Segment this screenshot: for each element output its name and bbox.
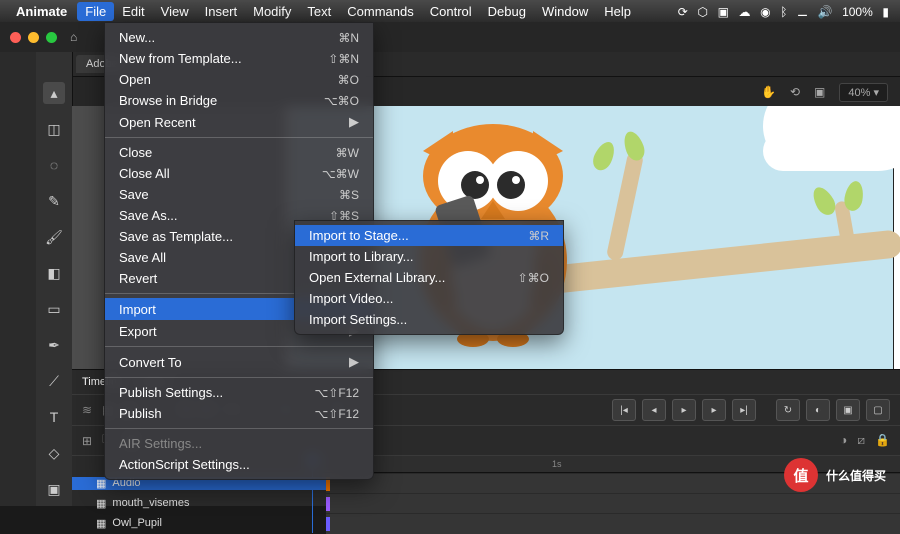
menu-help[interactable]: Help <box>596 2 639 21</box>
layer-icon: ▦ <box>96 497 106 510</box>
selection-tool[interactable]: ▴ <box>43 82 65 104</box>
dropbox-icon[interactable]: ⬡ <box>697 5 707 19</box>
menu-commands[interactable]: Commands <box>339 2 421 21</box>
cloud-icon[interactable]: ☁ <box>739 5 751 19</box>
camera-tool[interactable]: ▣ <box>43 478 65 500</box>
layer-name: Owl_Pupil <box>112 517 162 529</box>
step-back-button[interactable]: ◂ <box>642 399 666 421</box>
fit-screen-icon[interactable]: ▣ <box>814 85 825 99</box>
menu-insert[interactable]: Insert <box>197 2 246 21</box>
layer-icon: ▦ <box>96 477 106 490</box>
menubar-tray: ⟳ ⬡ ▣ ☁ ◉ ᛒ ⚊ 🔊 100% ▮ <box>675 4 892 19</box>
pen-tool[interactable]: ✒ <box>43 334 65 356</box>
import-submenu: Import to Stage...⌘RImport to Library...… <box>294 220 564 335</box>
keyframe-tools-icon[interactable]: ≋ <box>82 403 92 417</box>
menuitem-save[interactable]: Save⌘S <box>105 184 373 205</box>
menuitem-close[interactable]: Close⌘W <box>105 142 373 163</box>
loop-button[interactable]: ↻ <box>776 399 800 421</box>
menu-text[interactable]: Text <box>299 2 339 21</box>
remove-frame-button[interactable]: ▢ <box>866 399 890 421</box>
zoom-value: 40% <box>848 87 870 99</box>
battery-icon[interactable]: ▮ <box>882 5 889 19</box>
brush-tool[interactable]: 🖌 <box>43 226 65 248</box>
visibility-toggle-icon[interactable]: ⧄ <box>857 433 865 448</box>
menu-debug[interactable]: Debug <box>480 2 534 21</box>
eyedropper-tool[interactable]: ⟋ <box>43 370 65 392</box>
goto-first-button[interactable]: |◂ <box>612 399 636 421</box>
bluetooth-icon[interactable]: ᛒ <box>780 5 787 19</box>
menuitem-air-settings: AIR Settings... <box>105 433 373 454</box>
menuitem-actionscript-settings[interactable]: ActionScript Settings... <box>105 454 373 475</box>
menuitem-open-recent[interactable]: Open Recent▶ <box>105 111 373 133</box>
home-icon[interactable]: ⌂ <box>70 30 77 44</box>
menuitem-convert-to[interactable]: Convert To▶ <box>105 351 373 373</box>
volume-icon[interactable]: 🔊 <box>817 5 832 19</box>
step-forward-button[interactable]: ▸ <box>702 399 726 421</box>
menuitem-close-all[interactable]: Close All⌥⌘W <box>105 163 373 184</box>
new-layer-icon[interactable]: ⊞ <box>82 434 92 448</box>
highlight-toggle-icon[interactable]: ◑ <box>840 433 847 448</box>
lock-toggle-icon[interactable]: 🔒 <box>875 433 890 448</box>
app-name[interactable]: Animate <box>16 4 67 19</box>
maximize-window-button[interactable] <box>46 32 57 43</box>
menuitem-import-video[interactable]: Import Video... <box>295 288 563 309</box>
layer-track[interactable] <box>326 513 900 534</box>
onion-button[interactable]: ◐ <box>806 399 830 421</box>
wifi-icon[interactable]: ⚊ <box>797 5 808 19</box>
menu-file[interactable]: File <box>77 2 114 21</box>
goto-last-button[interactable]: ▸| <box>732 399 756 421</box>
pencil-tool[interactable]: ✎ <box>43 190 65 212</box>
watermark-badge: 值 <box>784 458 818 492</box>
play-button[interactable]: ▸ <box>672 399 696 421</box>
layer-track[interactable] <box>326 493 900 514</box>
rotate-view-icon[interactable]: ⟲ <box>790 85 800 99</box>
watermark: 值 什么值得买 <box>784 458 886 492</box>
menu-control[interactable]: Control <box>422 2 480 21</box>
layer-icon: ▦ <box>96 517 106 530</box>
asset-warp-tool[interactable]: ◇ <box>43 442 65 464</box>
free-transform-tool[interactable]: ◫ <box>43 118 65 140</box>
menu-window[interactable]: Window <box>534 2 596 21</box>
panel-dock-left <box>0 52 36 506</box>
close-window-button[interactable] <box>10 32 21 43</box>
layer-name: mouth_visemes <box>112 497 189 509</box>
menu-edit[interactable]: Edit <box>114 2 152 21</box>
tools-panel: ▴ ◫ ◌ ✎ 🖌 ◧ ▭ ✒ ⟋ T ◇ ▣ <box>36 52 73 506</box>
menuitem-open[interactable]: Open⌘O <box>105 69 373 90</box>
record-icon[interactable]: ◉ <box>760 5 770 19</box>
rectangle-tool[interactable]: ▭ <box>43 298 65 320</box>
lasso-tool[interactable]: ◌ <box>43 154 65 176</box>
ruler-mark: 1s <box>552 459 562 469</box>
menuitem-import-to-library[interactable]: Import to Library... <box>295 246 563 267</box>
menuitem-publish-settings[interactable]: Publish Settings...⌥⇧F12 <box>105 382 373 403</box>
menuitem-import-to-stage[interactable]: Import to Stage...⌘R <box>295 225 563 246</box>
layer-row[interactable]: ▦ Owl_Pupil <box>72 513 900 533</box>
menuitem-publish[interactable]: Publish⌥⇧F12 <box>105 403 373 424</box>
menuitem-import-settings[interactable]: Import Settings... <box>295 309 563 330</box>
battery-text: 100% <box>842 5 873 19</box>
zoom-dropdown[interactable]: 40% ▾ <box>839 83 888 102</box>
cc-icon[interactable]: ▣ <box>718 5 729 19</box>
eraser-tool[interactable]: ◧ <box>43 262 65 284</box>
hand-tool-icon[interactable]: ✋ <box>761 85 776 99</box>
menuitem-new-from-template[interactable]: New from Template...⇧⌘N <box>105 48 373 69</box>
menuitem-browse-in-bridge[interactable]: Browse in Bridge⌥⌘O <box>105 90 373 111</box>
text-tool[interactable]: T <box>43 406 65 428</box>
watermark-text: 什么值得买 <box>826 467 886 484</box>
menu-view[interactable]: View <box>153 2 197 21</box>
menuitem-new[interactable]: New...⌘N <box>105 27 373 48</box>
layer-row[interactable]: ▦ mouth_visemes <box>72 493 900 513</box>
sync-icon[interactable]: ⟳ <box>678 5 688 19</box>
minimize-window-button[interactable] <box>28 32 39 43</box>
insert-frame-button[interactable]: ▣ <box>836 399 860 421</box>
mac-menubar: Animate FileEditViewInsertModifyTextComm… <box>0 0 900 22</box>
menuitem-open-external-library[interactable]: Open External Library...⇧⌘O <box>295 267 563 288</box>
menu-modify[interactable]: Modify <box>245 2 299 21</box>
